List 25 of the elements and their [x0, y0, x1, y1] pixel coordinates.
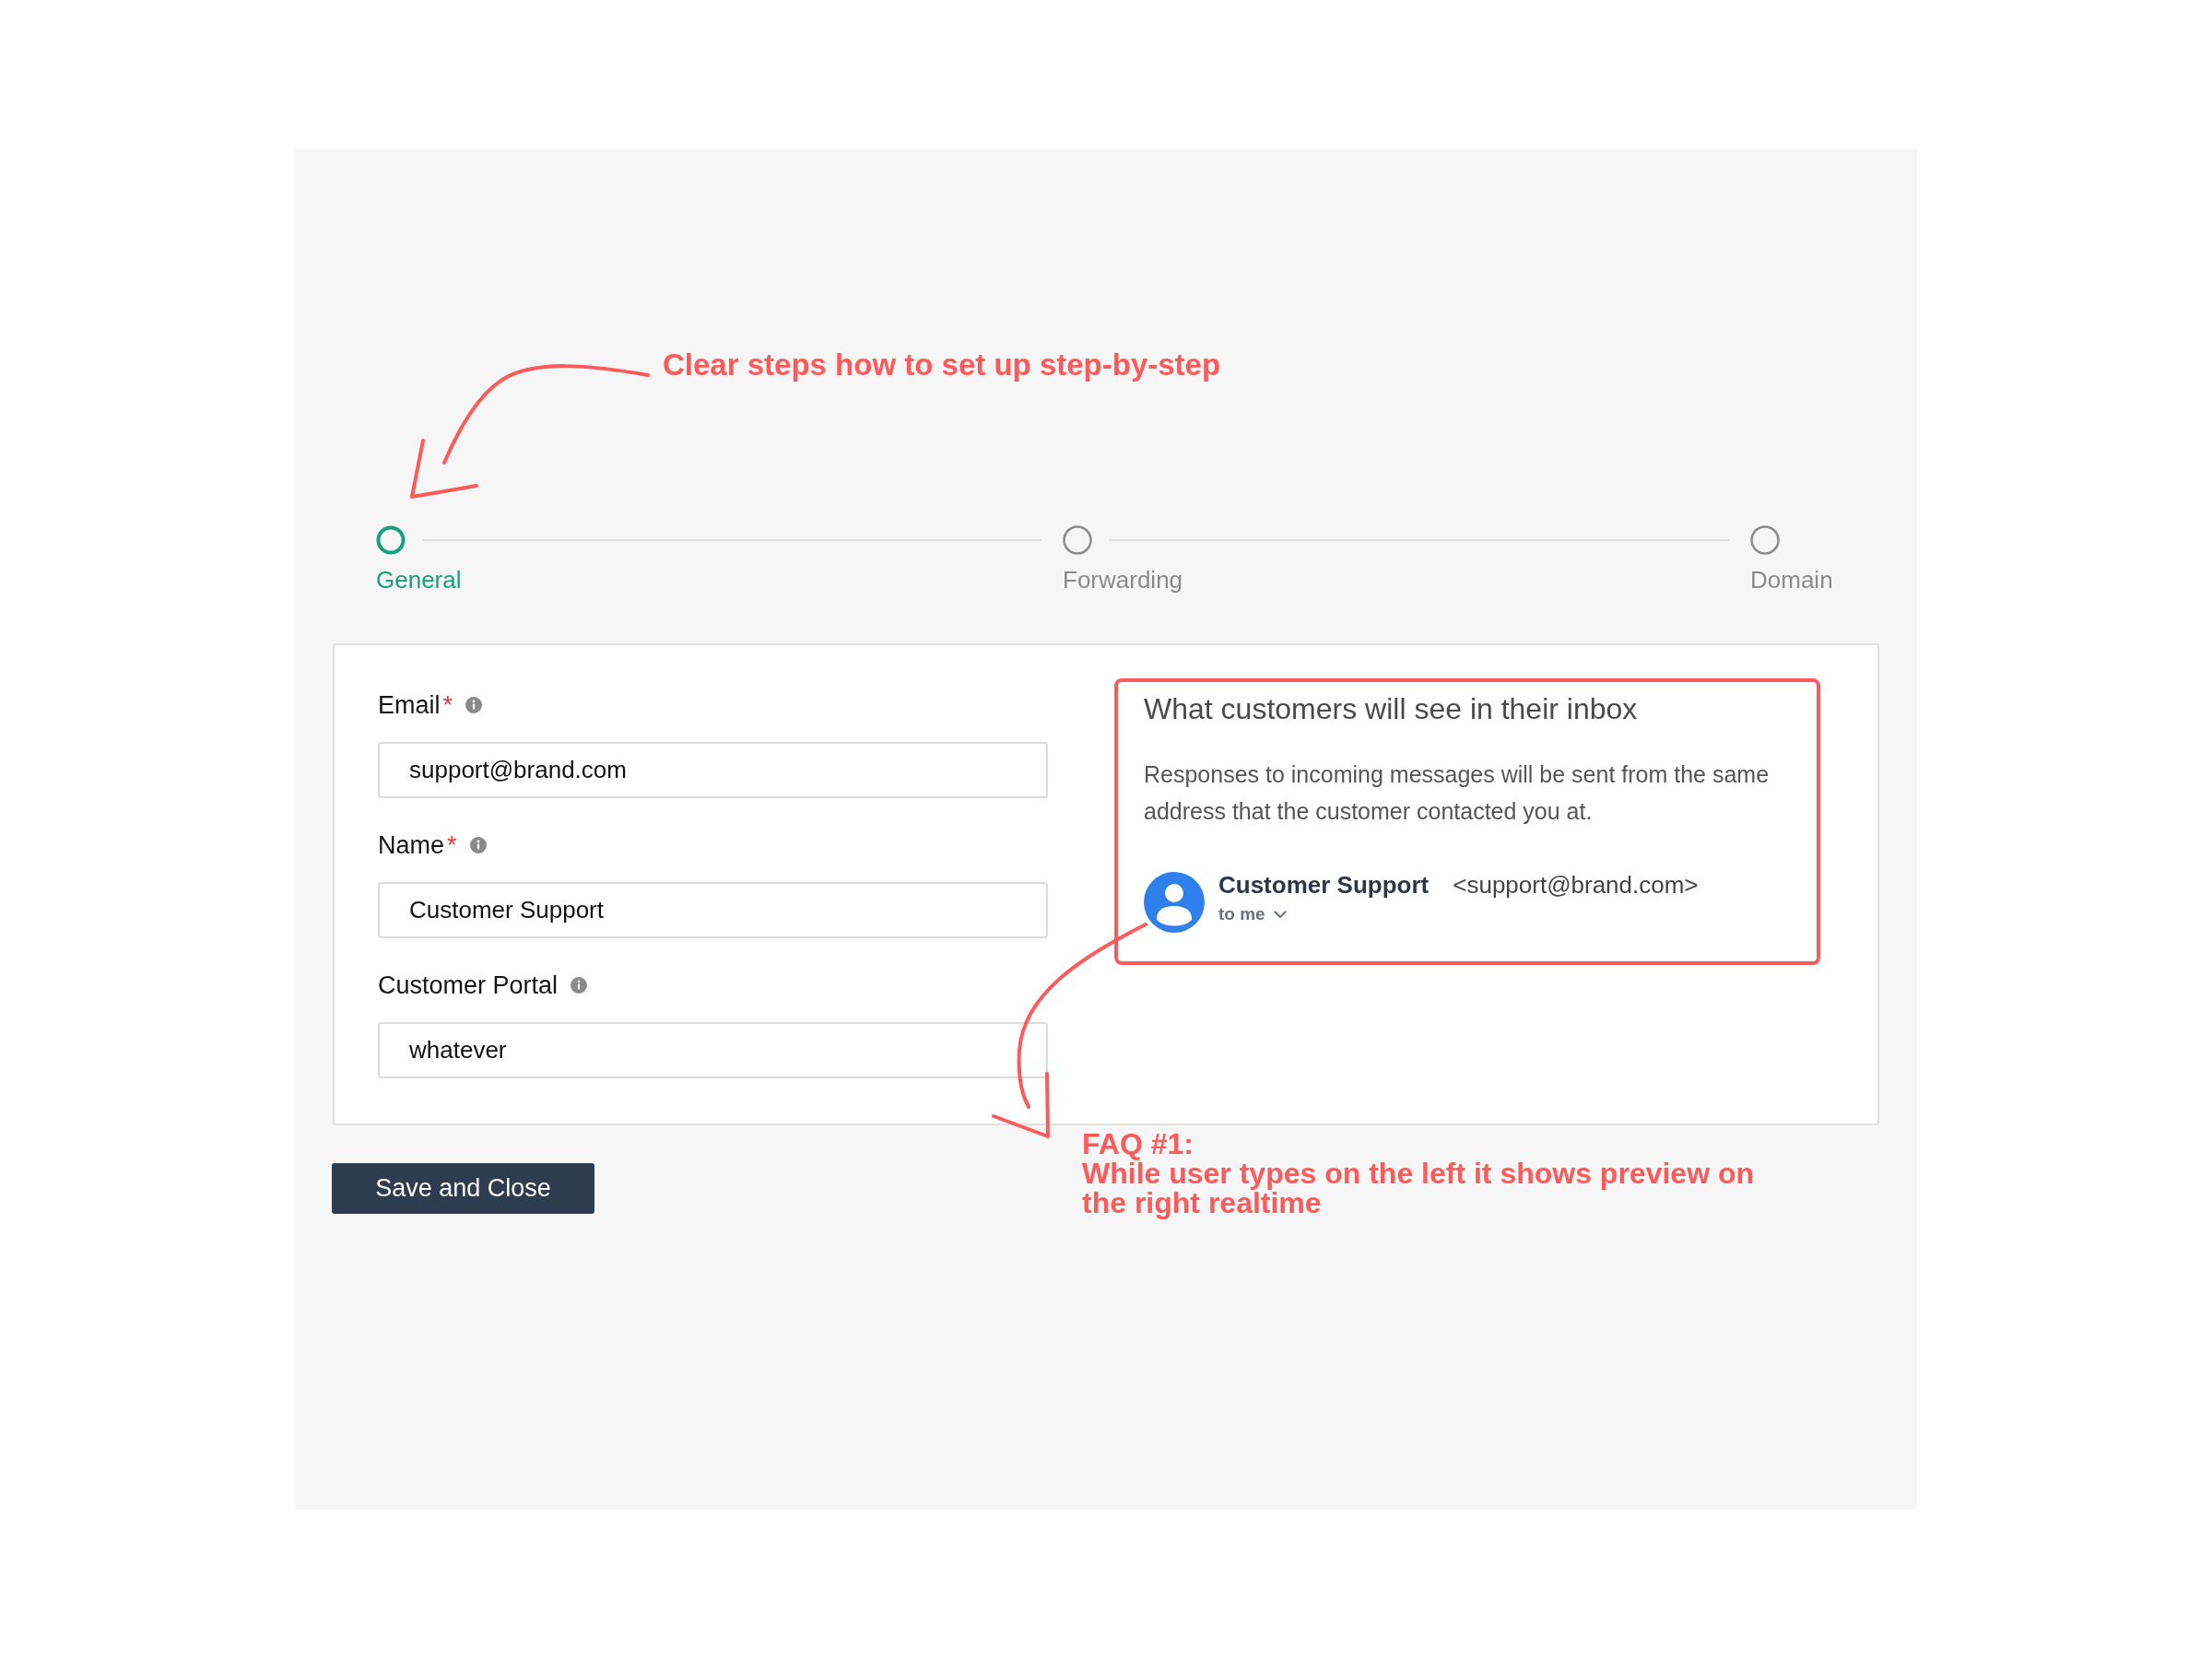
- save-button[interactable]: Save and Close: [332, 1163, 594, 1214]
- recipient-dropdown[interactable]: to me: [1218, 903, 1287, 925]
- step-label: Forwarding: [1063, 565, 1183, 594]
- sender-address: <support@brand.com>: [1453, 870, 1699, 900]
- required-mark: *: [442, 690, 453, 721]
- text-input[interactable]: whatever: [378, 1022, 1048, 1078]
- chevron-down-icon: [1273, 910, 1287, 919]
- field-label: Email: [378, 690, 441, 721]
- text-input[interactable]: support@brand.com: [378, 742, 1048, 798]
- field-label: Name: [378, 830, 445, 861]
- text-input[interactable]: Customer Support: [378, 882, 1048, 938]
- field-label: Customer Portal: [378, 971, 559, 1001]
- info-icon[interactable]: [465, 697, 483, 713]
- annotation-text: While user types on the left it shows preview on the right realtime: [1082, 1159, 1755, 1218]
- step-label: General: [376, 565, 462, 594]
- preview-description: Responses to incoming messages will be sent from the same address that the customer contacted you at.: [1144, 760, 1771, 826]
- info-icon[interactable]: [469, 837, 487, 853]
- preview-title: What customers will see in their inbox: [1144, 691, 1639, 727]
- sender-name: Customer Support: [1218, 870, 1430, 900]
- annotation-text: Clear steps how to set up step-by-step: [663, 347, 1221, 383]
- user-avatar-icon: [1144, 872, 1205, 933]
- annotation-title: FAQ #1:: [1082, 1129, 1194, 1159]
- info-icon[interactable]: [571, 977, 588, 994]
- required-mark: *: [447, 830, 457, 861]
- step-label: Domain: [1750, 565, 1833, 594]
